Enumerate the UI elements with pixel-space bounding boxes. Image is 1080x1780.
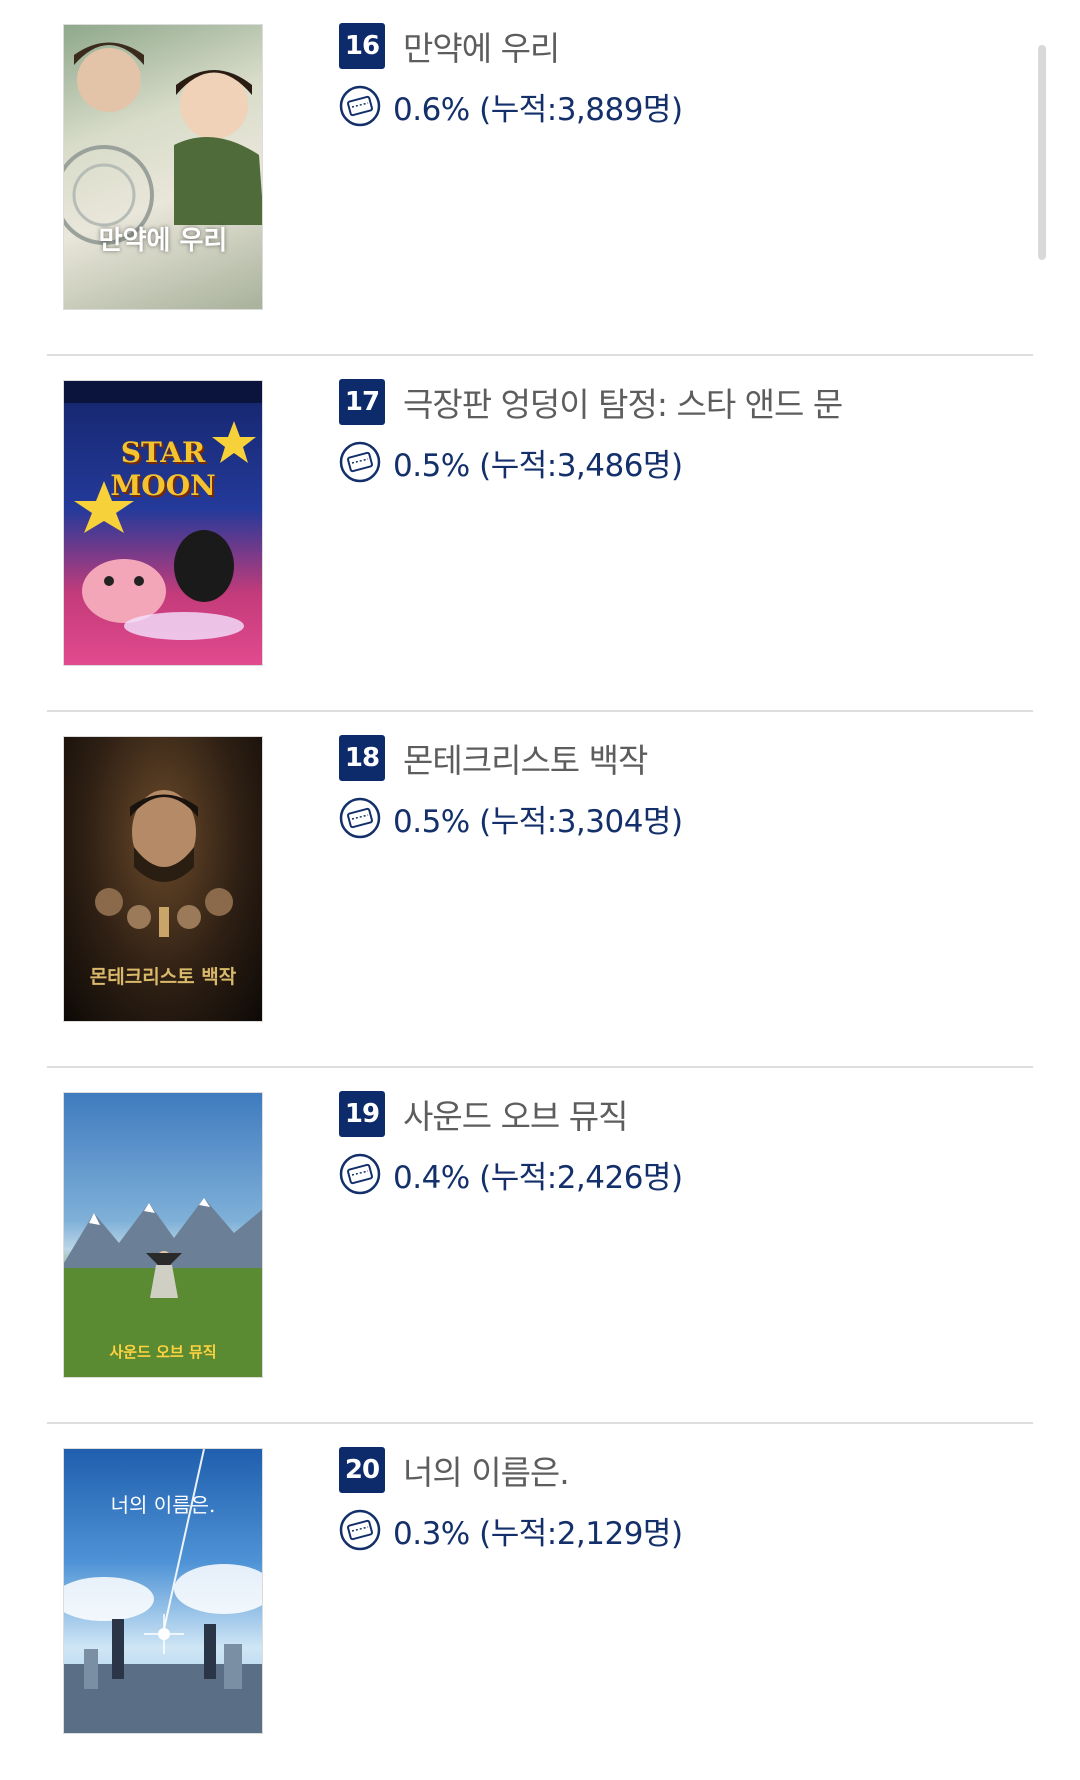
stat-row: 0.4% (누적:2,426명) bbox=[339, 1150, 1033, 1198]
ticket-icon bbox=[339, 1509, 381, 1551]
audience-share: 0.3% (누적:2,129명) bbox=[393, 1515, 683, 1552]
movie-info: 16 만약에 우리 0.6% (누적:3,889명) bbox=[339, 22, 1033, 130]
movie-title[interactable]: 몬테크리스토 백작 bbox=[403, 734, 648, 782]
poster-title-text: 만약에 우리 bbox=[98, 226, 228, 256]
movie-title[interactable]: 사운드 오브 뮤직 bbox=[403, 1090, 628, 1138]
poster-title-text: 사운드 오브 뮤직 bbox=[109, 1343, 217, 1361]
title-row: 18 몬테크리스토 백작 bbox=[339, 734, 1033, 782]
poster-title-text: STAR MOON bbox=[110, 436, 216, 502]
movie-list-item[interactable]: 몬테크리스토 백작 18 몬테크리스토 백작 0.5% (누적:3,304명) bbox=[47, 712, 1033, 1068]
poster-title-text: 너의 이름은. bbox=[110, 1493, 216, 1517]
audience-share: 0.6% (누적:3,889명) bbox=[393, 91, 683, 128]
movie-list-item[interactable]: 사운드 오브 뮤직 19 사운드 오브 뮤직 0.4% (누적:2,426명) bbox=[47, 1068, 1033, 1424]
title-row: 19 사운드 오브 뮤직 bbox=[339, 1090, 1033, 1138]
rank-badge: 19 bbox=[339, 1091, 385, 1137]
movie-poster[interactable]: 사운드 오브 뮤직 bbox=[63, 1092, 263, 1378]
rank-badge: 20 bbox=[339, 1447, 385, 1493]
rank-badge: 17 bbox=[339, 379, 385, 425]
stat-row: 0.5% (누적:3,304명) bbox=[339, 794, 1033, 842]
movie-info: 20 너의 이름은. 0.3% (누적:2,129명) bbox=[339, 1446, 1033, 1554]
movie-title[interactable]: 너의 이름은. bbox=[403, 1446, 570, 1494]
movie-poster[interactable]: 너의 이름은. bbox=[63, 1448, 263, 1734]
movie-list-item[interactable]: 만약에 우리 16 만약에 우리 0.6% (누적:3,889명) bbox=[47, 0, 1033, 356]
scrollbar[interactable] bbox=[1038, 45, 1046, 260]
movie-ranking-list: 만약에 우리 16 만약에 우리 0.6% (누적:3,889명) STAR M… bbox=[47, 0, 1033, 1780]
stat-row: 0.3% (누적:2,129명) bbox=[339, 1506, 1033, 1554]
movie-list-item[interactable]: 너의 이름은. 20 너의 이름은. 0.3% (누적:2,129명) bbox=[47, 1424, 1033, 1780]
rank-badge: 16 bbox=[339, 23, 385, 69]
movie-info: 17 극장판 엉덩이 탐정: 스타 앤드 문 0.5% (누적:3,486명) bbox=[339, 378, 1033, 486]
rank-badge: 18 bbox=[339, 735, 385, 781]
ticket-icon bbox=[339, 1153, 381, 1195]
ticket-icon bbox=[339, 85, 381, 127]
title-row: 20 너의 이름은. bbox=[339, 1446, 1033, 1494]
title-row: 16 만약에 우리 bbox=[339, 22, 1033, 70]
movie-info: 19 사운드 오브 뮤직 0.4% (누적:2,426명) bbox=[339, 1090, 1033, 1198]
stat-row: 0.6% (누적:3,889명) bbox=[339, 82, 1033, 130]
movie-title[interactable]: 만약에 우리 bbox=[403, 22, 560, 70]
movie-info: 18 몬테크리스토 백작 0.5% (누적:3,304명) bbox=[339, 734, 1033, 842]
stat-row: 0.5% (누적:3,486명) bbox=[339, 438, 1033, 486]
movie-poster[interactable]: 몬테크리스토 백작 bbox=[63, 736, 263, 1022]
audience-share: 0.5% (누적:3,304명) bbox=[393, 803, 683, 840]
audience-share: 0.5% (누적:3,486명) bbox=[393, 447, 683, 484]
movie-title[interactable]: 극장판 엉덩이 탐정: 스타 앤드 문 bbox=[403, 378, 843, 426]
poster-title-text: 몬테크리스토 백작 bbox=[89, 966, 237, 988]
ticket-icon bbox=[339, 441, 381, 483]
movie-poster[interactable]: STAR MOON bbox=[63, 380, 263, 666]
movie-poster[interactable]: 만약에 우리 bbox=[63, 24, 263, 310]
movie-list-item[interactable]: STAR MOON 17 극장판 엉덩이 탐정: 스타 앤드 문 0.5% (누… bbox=[47, 356, 1033, 712]
audience-share: 0.4% (누적:2,426명) bbox=[393, 1159, 683, 1196]
ticket-icon bbox=[339, 797, 381, 839]
title-row: 17 극장판 엉덩이 탐정: 스타 앤드 문 bbox=[339, 378, 1033, 426]
